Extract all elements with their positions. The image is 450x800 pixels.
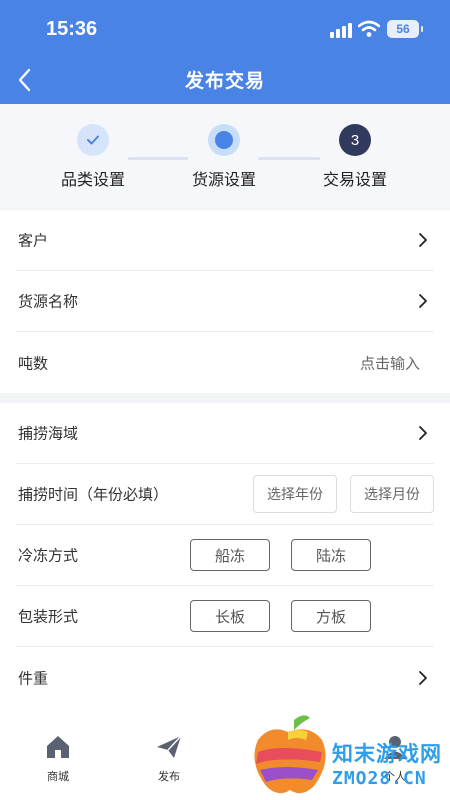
status-time: 15:36 (46, 18, 98, 40)
apple-logo-icon (254, 715, 326, 794)
cellular-signal-icon (330, 22, 352, 38)
step-label: 交易设置 (322, 170, 387, 189)
freeze-method-row: 冷冻方式 船冻 陆冻 (16, 525, 434, 586)
catch-info-card: 捕捞海域 捕捞时间（年份必填） 选择年份 选择月份 冷冻方式 船冻 陆冻 包装形… (0, 403, 450, 712)
freeze-option-land[interactable]: 陆冻 (291, 539, 371, 571)
tonnage-row: 吨数 点击输入 (16, 332, 434, 393)
step-done-circle (77, 124, 109, 156)
tab-publish[interactable]: 发布 (139, 734, 199, 784)
watermark-text-en: ZMO28.CN (332, 768, 427, 789)
catch-time-row: 捕捞时间（年份必填） 选择年份 选择月份 (16, 464, 434, 525)
tonnage-input[interactable]: 点击输入 (360, 352, 420, 373)
select-month-button[interactable]: 选择月份 (350, 475, 434, 513)
sea-area-label: 捕捞海域 (18, 424, 79, 443)
chevron-right-icon (419, 233, 427, 247)
product-name-row[interactable]: 货源名称 (16, 271, 434, 332)
wifi-icon (358, 20, 380, 37)
piece-weight-label: 件重 (18, 669, 49, 687)
page-title: 发布交易 (184, 70, 265, 92)
tab-label: 商城 (47, 770, 69, 783)
catch-time-label: 捕捞时间（年份必填） (18, 485, 169, 504)
watermark-text-cn: 知末游戏网 (332, 742, 442, 766)
customer-row[interactable]: 客户 (16, 210, 434, 271)
chevron-right-icon (419, 426, 427, 440)
tab-mall[interactable]: 商城 (28, 734, 88, 784)
chevron-right-icon (419, 294, 427, 308)
step-trade: 3 交易设置 (305, 124, 405, 190)
tab-label: 发布 (158, 770, 180, 783)
package-form-label: 包装形式 (18, 607, 79, 626)
step-active-circle (208, 124, 240, 156)
step-source: 货源设置 (174, 124, 274, 190)
select-year-button[interactable]: 选择年份 (253, 475, 337, 513)
package-option-long[interactable]: 长板 (190, 600, 270, 632)
step-label: 货源设置 (191, 170, 256, 189)
status-bar: 15:36 56 (0, 0, 450, 60)
step-number-circle: 3 (339, 124, 371, 156)
checkmark-icon (87, 135, 99, 145)
package-option-square[interactable]: 方板 (291, 600, 371, 632)
sea-area-row[interactable]: 捕捞海域 (16, 403, 434, 464)
step-indicator: 品类设置 货源设置 3 交易设置 (0, 104, 450, 208)
basic-info-card: 客户 货源名称 吨数 点击输入 (0, 210, 450, 393)
step-category: 品类设置 (43, 124, 143, 190)
piece-weight-row[interactable]: 件重 (16, 647, 434, 708)
step-label: 品类设置 (60, 170, 125, 189)
tonnage-label: 吨数 (18, 354, 49, 372)
home-icon (47, 736, 69, 758)
battery-indicator: 56 (387, 20, 423, 38)
site-watermark: 知末游戏网 ZMO28.CN (248, 710, 448, 800)
freeze-option-boat[interactable]: 船冻 (190, 539, 270, 571)
package-form-row: 包装形式 长板 方板 (16, 586, 434, 647)
product-name-label: 货源名称 (18, 292, 79, 311)
customer-label: 客户 (18, 231, 49, 250)
paper-plane-icon (157, 735, 182, 758)
chevron-right-icon (419, 670, 427, 685)
freeze-method-label: 冷冻方式 (18, 546, 79, 565)
app-header: 15:36 56 发布交易 (0, 0, 450, 104)
